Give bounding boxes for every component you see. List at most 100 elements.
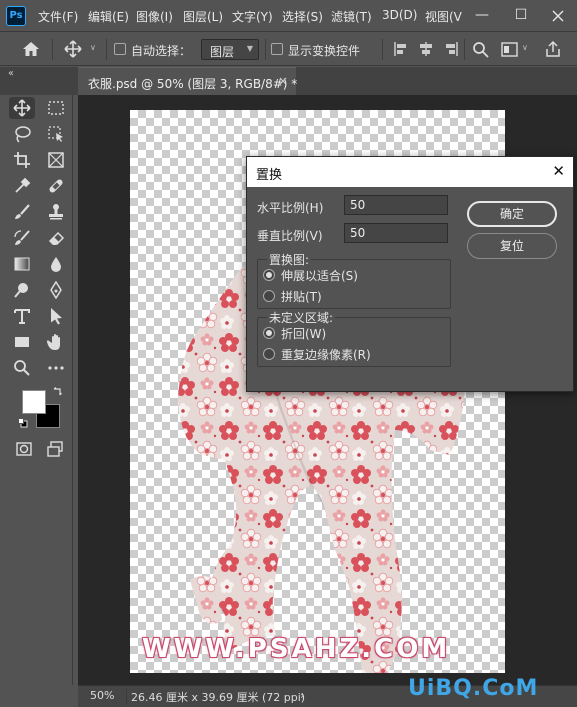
- horizontal-scale-input[interactable]: [344, 195, 448, 215]
- align-right-icon[interactable]: [443, 41, 459, 57]
- vertical-scale-input[interactable]: [344, 223, 448, 243]
- menu-bar: Ps 文件(F) 编辑(E) 图像(I) 图层(L) 文字(Y) 选择(S) 滤…: [0, 0, 577, 32]
- tools-panel: [0, 95, 73, 685]
- quick-mask-button[interactable]: [11, 438, 37, 460]
- gradient-tool[interactable]: [9, 253, 35, 275]
- more-tools[interactable]: [43, 357, 69, 379]
- align-center-icon[interactable]: [418, 41, 434, 57]
- swap-colors-icon[interactable]: [52, 387, 62, 397]
- object-selection-icon: [48, 126, 63, 142]
- move-icon: [13, 99, 31, 117]
- menu-type[interactable]: 文字(Y): [232, 8, 273, 25]
- displace-dialog: 置换 ✕ 水平比例(H) 垂直比例(V) 确定 复位 置换图: 伸展以适合(S)…: [246, 156, 574, 392]
- share-icon[interactable]: [545, 40, 561, 58]
- foreground-color-swatch[interactable]: [22, 390, 46, 414]
- menu-layer[interactable]: 图层(L): [183, 8, 223, 25]
- reset-button[interactable]: 复位: [467, 233, 557, 259]
- undefined-areas-title: 未定义区域:: [267, 309, 336, 326]
- ok-button[interactable]: 确定: [467, 201, 557, 227]
- marquee-tool[interactable]: [43, 97, 69, 119]
- minimize-button[interactable]: —: [463, 0, 501, 32]
- eraser-tool[interactable]: [43, 227, 69, 249]
- menu-select[interactable]: 选择(S): [282, 8, 323, 25]
- move-tool-icon[interactable]: [64, 40, 82, 58]
- eyedropper-icon: [15, 177, 31, 193]
- site-logo: UiBQ.CoM: [408, 676, 539, 701]
- arrow-cursor-icon: [51, 308, 62, 325]
- blur-tool[interactable]: [43, 253, 69, 275]
- stretch-to-fit-radio[interactable]: [263, 269, 275, 281]
- repeat-edge-pixels-radio[interactable]: [263, 348, 275, 360]
- healing-brush-tool[interactable]: [43, 175, 69, 197]
- rectangle-tool[interactable]: [9, 331, 35, 353]
- workspace-icon[interactable]: [501, 42, 518, 57]
- zoom-level[interactable]: 50%: [90, 689, 114, 702]
- window-close-button[interactable]: [539, 0, 577, 32]
- close-icon[interactable]: ✕: [552, 162, 565, 180]
- tile-radio[interactable]: [263, 290, 275, 302]
- type-icon: [14, 309, 30, 324]
- menu-3d[interactable]: 3D(D): [382, 8, 417, 22]
- rectangle-icon: [15, 337, 29, 347]
- search-icon[interactable]: [472, 41, 489, 58]
- type-tool[interactable]: [9, 305, 35, 327]
- rectangular-marquee-icon: [48, 101, 64, 115]
- home-icon[interactable]: [22, 41, 40, 57]
- stretch-to-fit-label[interactable]: 伸展以适合(S): [281, 267, 358, 284]
- move-tool[interactable]: [9, 97, 35, 119]
- zoom-tool[interactable]: [9, 357, 35, 379]
- object-selection-tool[interactable]: [43, 123, 69, 145]
- menu-view[interactable]: 视图(V: [425, 8, 462, 25]
- chevron-down-icon[interactable]: ∨: [522, 43, 528, 52]
- close-icon[interactable]: ×: [278, 74, 288, 88]
- tile-label[interactable]: 拼贴(T): [281, 288, 322, 305]
- eyedropper-tool[interactable]: [9, 175, 35, 197]
- frame-tool[interactable]: [43, 149, 69, 171]
- stamp-icon: [49, 204, 63, 220]
- path-selection-tool[interactable]: [43, 305, 69, 327]
- menu-image[interactable]: 图像(I): [136, 8, 173, 25]
- brush-icon: [15, 204, 30, 219]
- default-colors-icon[interactable]: [18, 418, 28, 428]
- pen-tool[interactable]: [43, 279, 69, 301]
- quick-mask-icon: [16, 442, 32, 456]
- auto-select-checkbox[interactable]: [114, 43, 126, 55]
- wrap-around-label[interactable]: 折回(W): [281, 325, 326, 342]
- document-tab-bar: ‹‹ 衣服.psd @ 50% (图层 3, RGB/8#) * ×: [0, 67, 577, 95]
- horizontal-scale-label: 水平比例(H): [257, 201, 324, 215]
- wrap-around-radio[interactable]: [263, 327, 275, 339]
- auto-select-target-dropdown[interactable]: 图层 ▼: [201, 39, 259, 60]
- crop-tool[interactable]: [9, 149, 35, 171]
- clone-stamp-tool[interactable]: [43, 201, 69, 223]
- bandage-icon: [49, 179, 63, 193]
- drop-icon: [51, 257, 61, 272]
- dialog-title-bar[interactable]: 置换 ✕: [247, 157, 573, 187]
- repeat-edge-pixels-label[interactable]: 重复边缘像素(R): [281, 346, 371, 363]
- menu-file[interactable]: 文件(F): [38, 8, 78, 25]
- ellipsis-icon: [48, 366, 64, 370]
- document-tab[interactable]: 衣服.psd @ 50% (图层 3, RGB/8#) * ×: [78, 67, 298, 95]
- chevron-right-icon[interactable]: ›: [300, 689, 304, 702]
- brush-tool[interactable]: [9, 201, 35, 223]
- collapse-panel-icon[interactable]: ‹‹: [8, 68, 14, 79]
- displacement-map-title: 置换图:: [267, 251, 312, 268]
- watermark-text: WWW.PSAHZ.COM: [142, 634, 451, 664]
- align-left-icon[interactable]: [393, 41, 409, 57]
- gradient-icon: [14, 257, 30, 271]
- document-tab-title: 衣服.psd @ 50% (图层 3, RGB/8#) *: [88, 77, 298, 91]
- lasso-icon: [15, 126, 31, 143]
- dodge-tool[interactable]: [9, 279, 35, 301]
- lasso-tool[interactable]: [9, 123, 35, 145]
- hand-tool[interactable]: [43, 331, 69, 353]
- screen-mode-button[interactable]: [42, 438, 68, 460]
- chevron-down-icon[interactable]: ∨: [90, 43, 96, 52]
- vertical-scale-label: 垂直比例(V): [257, 229, 323, 243]
- dialog-title: 置换: [256, 168, 283, 183]
- history-brush-icon: [14, 230, 30, 245]
- menu-filter[interactable]: 滤镜(T): [331, 8, 372, 25]
- frame-icon: [48, 152, 64, 168]
- history-brush-tool[interactable]: [9, 227, 35, 249]
- maximize-button[interactable]: ☐: [502, 0, 540, 32]
- show-transform-checkbox[interactable]: [271, 43, 283, 55]
- menu-edit[interactable]: 编辑(E): [88, 8, 129, 25]
